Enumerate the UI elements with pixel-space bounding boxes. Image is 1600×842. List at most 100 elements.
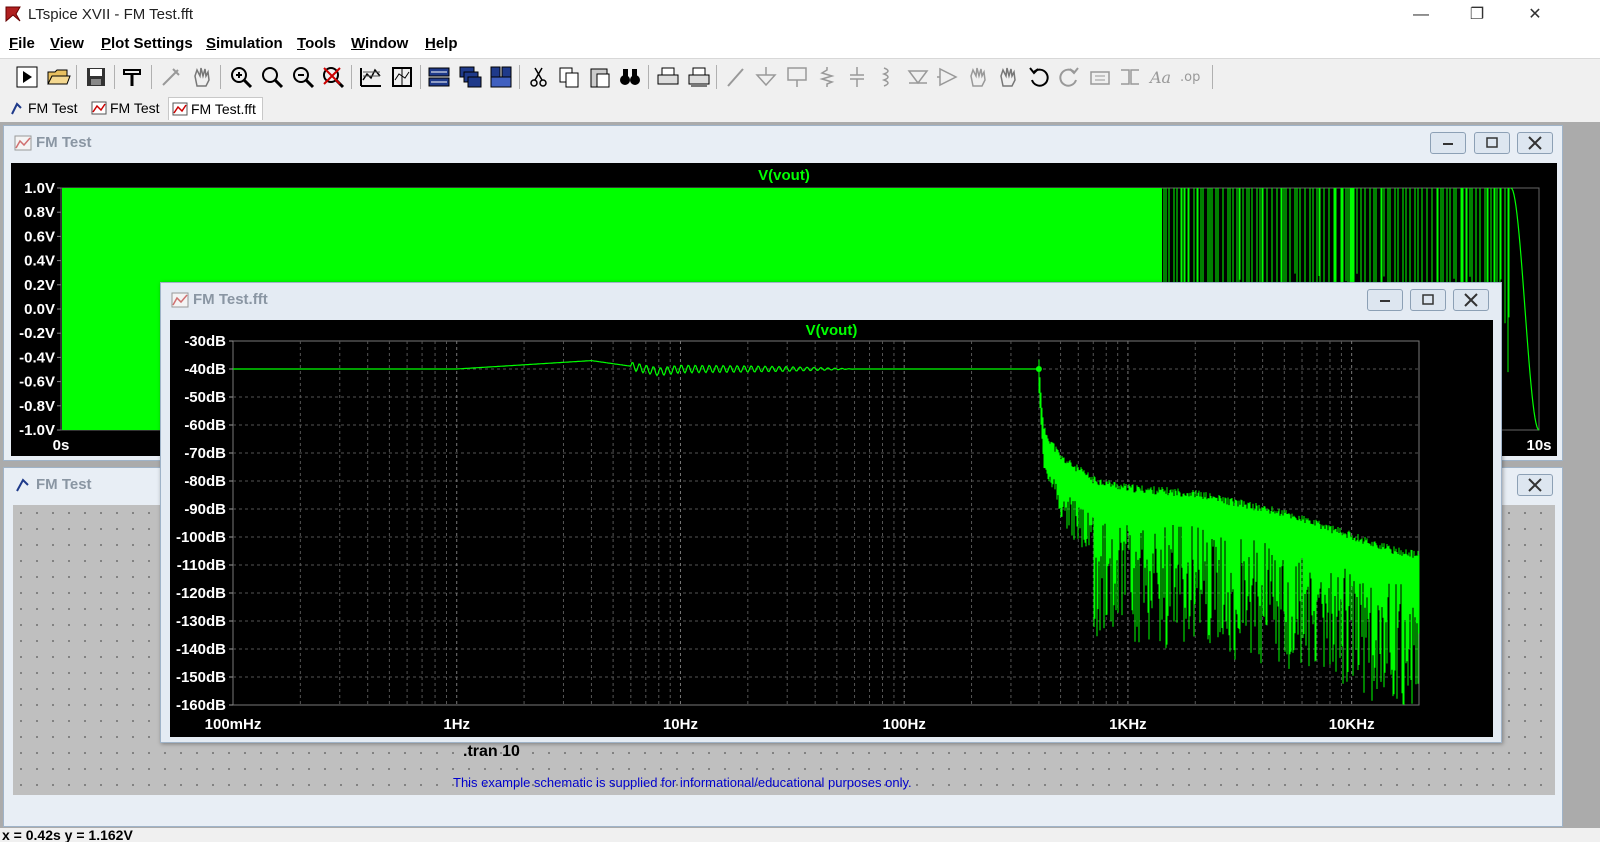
y-tick-label: -70dB [184,445,226,462]
window-close-button[interactable] [1453,289,1489,311]
schematic-icon [11,102,22,115]
ground-icon[interactable] [753,64,779,90]
y-tick-label: -150dB [176,669,226,686]
zoom-cancel-icon[interactable] [320,64,346,90]
y-tick-label: -160dB [176,697,226,714]
spice-directive-icon[interactable]: .op [1178,64,1204,90]
pan-hand-icon[interactable] [189,64,215,90]
y-tick-label: -90dB [184,501,226,518]
document-tab-bar: FM Test FM Test FM Test.fft [0,95,1600,121]
cursor-readout: x = 0.42s y = 1.162V [2,828,133,842]
menu-tools[interactable]: Tools [297,35,336,52]
y-tick-label: 0.4V [24,253,55,270]
wave-tail [1510,187,1540,431]
window-minimize-button[interactable] [1430,132,1466,154]
redo-icon[interactable] [1056,64,1082,90]
y-tick-label: -100dB [176,529,226,546]
drag-icon[interactable] [995,64,1021,90]
info-note[interactable]: This example schematic is supplied for i… [453,775,912,790]
schematic-icon [16,478,29,492]
window-title: FM Test [36,476,92,493]
window-close-button[interactable] [1517,474,1553,496]
tab-fft[interactable]: FM Test.fft [168,97,263,120]
y-tick-label: -60dB [184,417,226,434]
x-tick-label: 10Hz [663,716,698,733]
window-minimize-button[interactable] [1367,289,1403,311]
print-setup-icon[interactable] [686,64,712,90]
diode-icon[interactable] [905,64,931,90]
y-tick-label: 1.0V [24,180,55,197]
ltspice-logo-icon [5,6,21,23]
fft-chart: -30dB -40dB -50dB -60dB -70dB -80dB -90dB -100d… [176,333,1420,733]
app-title-bar: LTspice XVII - FM Test.fft — ❐ ✕ [0,0,1600,30]
y-tick-label: -80dB [184,473,226,490]
undo-icon[interactable] [1026,64,1052,90]
window-title: FM Test [36,134,92,151]
restore-button[interactable]: ❐ [1454,0,1500,30]
move-icon[interactable] [965,64,991,90]
minimize-button[interactable]: — [1398,0,1444,30]
window-maximize-button[interactable] [1410,289,1446,311]
settings-hammer-icon[interactable] [120,64,146,90]
y-tick-label: -40dB [184,361,226,378]
mirror-icon[interactable] [1117,64,1143,90]
menu-help[interactable]: Help [425,35,458,52]
save-icon[interactable] [83,64,109,90]
y-tick-label: 0.0V [24,301,55,318]
wire-icon[interactable] [723,64,749,90]
print-icon[interactable] [655,64,681,90]
tab-schematic[interactable]: FM Test [6,97,78,119]
menu-window[interactable]: Window [351,35,408,52]
menu-simulation[interactable]: Simulation [206,35,283,52]
waveform-icon [14,135,32,151]
menu-plot-settings[interactable]: Plot Settings [101,35,193,52]
label-net-icon[interactable] [784,64,810,90]
fft-plot[interactable]: V(vout) -30dB -40dB -50dB -60dB -70dB -80dB -9… [170,320,1493,737]
waveform-icon [91,101,107,115]
probe-icon[interactable] [158,64,184,90]
tab-label: FM Test [110,100,160,116]
x-tick-label: 1KHz [1109,716,1147,733]
autoscale-icon[interactable] [358,64,384,90]
x-tick-start: 0s [53,437,70,454]
plot-cursor-icon[interactable] [389,64,415,90]
menu-view[interactable]: View [50,35,84,52]
tile-horizontal-icon[interactable] [426,64,452,90]
paste-icon[interactable] [587,64,613,90]
capacitor-icon[interactable] [844,64,870,90]
text-icon[interactable]: Aa [1148,64,1174,90]
cut-icon[interactable] [526,64,552,90]
component-icon[interactable] [935,64,961,90]
resistor-icon[interactable] [814,64,840,90]
tab-waveform[interactable]: FM Test [88,97,160,119]
y-tick-label: -0.8V [19,398,55,415]
tile-vertical-icon[interactable] [488,64,514,90]
y-tick-label: -0.2V [19,325,55,342]
status-bar: x = 0.42s y = 1.162V [0,828,1600,842]
rotate-icon[interactable] [1087,64,1113,90]
window-maximize-button[interactable] [1474,132,1510,154]
menu-file[interactable]: File [9,35,35,52]
tran-directive[interactable]: .tran 10 [463,743,520,761]
zoom-out-icon[interactable] [290,64,316,90]
x-tick-label: 100Hz [883,716,926,733]
window-close-button[interactable] [1517,132,1553,154]
zoom-in-icon[interactable] [228,64,254,90]
zoom-area-icon[interactable] [259,64,285,90]
open-icon[interactable] [45,64,71,90]
y-tick-label: -110dB [177,557,226,574]
find-icon[interactable] [617,64,643,90]
inductor-icon[interactable] [874,64,900,90]
copy-icon[interactable] [556,64,582,90]
y-tick-label: -30dB [184,333,226,350]
fft-trace-line [233,359,1038,377]
app-title: LTspice XVII - FM Test.fft [28,6,194,23]
close-button[interactable]: ✕ [1512,0,1558,30]
y-tick-label: -1.0V [19,422,55,439]
tab-label: FM Test.fft [191,101,256,117]
fft-window: FM Test.fft V(vout) -30dB -40dB -50dB -60dB… [160,282,1502,743]
cascade-icon[interactable] [457,64,483,90]
x-tick-end: 10s [1526,437,1551,454]
run-icon[interactable] [14,64,40,90]
y-tick-label: 0.8V [24,204,55,221]
